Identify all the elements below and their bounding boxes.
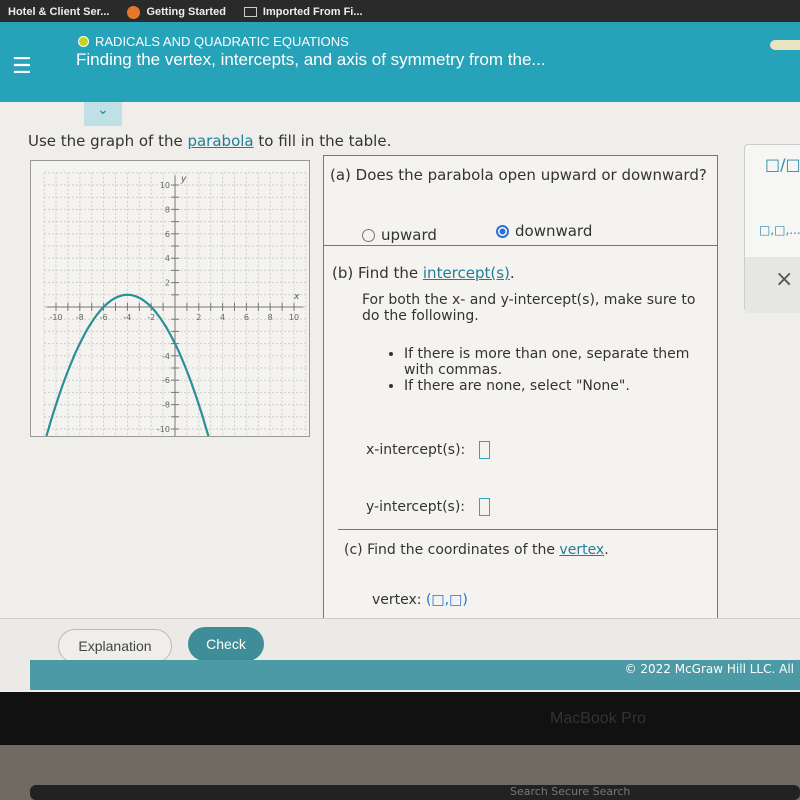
option-upward[interactable]: upward [362, 226, 437, 244]
heading-text: (b) Find the [332, 264, 423, 282]
y-tick-label: -6 [162, 376, 170, 385]
radio-icon[interactable] [362, 229, 375, 242]
x-intercept-row: x-intercept(s): [366, 441, 491, 459]
option-label: upward [381, 226, 437, 244]
intercepts-link[interactable]: intercept(s) [423, 264, 510, 282]
check-button[interactable]: Check [188, 627, 264, 661]
x-intercept-input[interactable] [479, 441, 491, 459]
bookmark-label: Imported From Fi... [262, 6, 363, 18]
vertex-label: vertex: [372, 592, 422, 608]
vertex-link[interactable]: vertex [559, 542, 604, 558]
part-a: (a) Does the parabola open upward or dow… [324, 156, 717, 246]
y-tick-label: 2 [165, 279, 170, 288]
touch-bar-search[interactable]: Search Secure Search [510, 785, 630, 798]
x-tick-label: -10 [49, 313, 62, 322]
list-tool-icon[interactable]: □,□,... [759, 223, 800, 237]
topic: RADICALS AND QUADRATIC EQUATIONS [78, 34, 349, 49]
x-tick-label: -6 [100, 313, 108, 322]
question-panel: (a) Does the parabola open upward or dow… [323, 155, 718, 655]
radio-selected-icon[interactable] [496, 225, 509, 238]
heading-text: . [604, 542, 609, 558]
y-tick-label: -8 [162, 401, 170, 410]
hamburger-menu-icon[interactable]: ☰ [12, 54, 32, 79]
y-tick-label: 6 [165, 230, 170, 239]
y-intercept-label: y-intercept(s): [366, 499, 466, 515]
progress-pill [770, 40, 800, 50]
folder-icon [243, 7, 257, 17]
instruction: Use the graph of the parabola to fill in… [28, 132, 391, 150]
graph: -10 -8 -6 -4 -2 2 4 6 8 10 10 8 6 4 2 -4 -6 -8 -10 x y [30, 160, 310, 442]
part-b: (b) Find the intercept(s). For both the … [332, 246, 717, 530]
bookmark-label: Getting Started [146, 6, 226, 18]
x-intercept-label: x-intercept(s): [366, 442, 466, 458]
instr-text: to fill in the table. [253, 132, 392, 150]
keyboard-area: Search Secure Search [0, 745, 800, 800]
bookmarks-bar: Hotel & Client Ser... Getting Started Im… [0, 0, 800, 24]
y-axis-label: y [180, 174, 187, 184]
instr-text: Use the graph of the [28, 132, 188, 150]
topic-label: RADICALS AND QUADRATIC EQUATIONS [95, 34, 349, 49]
option-label: downward [515, 222, 593, 240]
parabola-link[interactable]: parabola [187, 132, 253, 150]
heading-text: (c) Find the coordinates of the [344, 542, 560, 558]
copyright: © 2022 McGraw Hill LLC. All [30, 660, 800, 690]
vertex-input[interactable]: (□,□) [426, 592, 468, 608]
y-tick-label: 8 [165, 205, 170, 214]
part-b-note: For both the x- and y-intercept(s), make… [362, 292, 696, 324]
bookmark-getting-started[interactable]: Getting Started [127, 5, 226, 19]
clear-button[interactable]: × [745, 257, 800, 313]
x-tick-label: 8 [268, 313, 273, 322]
fraction-tool-icon[interactable]: □/□ [765, 155, 800, 174]
firefox-icon [127, 5, 141, 19]
y-tick-label: -10 [157, 425, 170, 434]
x-tick-label: -4 [123, 313, 131, 322]
device-label: MacBook Pro [550, 710, 647, 727]
x-tick-label: 2 [196, 313, 201, 322]
touch-bar: Search Secure Search [30, 785, 800, 800]
y-tick-label: 10 [160, 181, 170, 190]
vertex-row: vertex: (□,□) [372, 592, 468, 608]
bookmark-imported[interactable]: Imported From Fi... [243, 6, 363, 18]
x-tick-label: 4 [220, 313, 225, 322]
page-title: Finding the vertex, intercepts, and axis… [76, 50, 546, 69]
y-tick-label: -4 [162, 352, 170, 361]
math-toolbar: □/□ □,□,... × [744, 144, 800, 313]
option-downward[interactable]: downward [496, 222, 592, 240]
bullet-item: If there are none, select "None". [404, 378, 714, 394]
main-content: ⌄ Use the graph of the parabola to fill … [0, 102, 800, 692]
y-intercept-row: y-intercept(s): [366, 498, 491, 516]
y-intercept-input[interactable] [479, 498, 491, 516]
x-tick-label: 6 [244, 313, 249, 322]
y-tick-label: 4 [165, 254, 170, 263]
bullet-item: If there is more than one, separate them… [404, 346, 714, 378]
status-dot-icon [78, 36, 89, 47]
part-c-heading: (c) Find the coordinates of the vertex. [344, 542, 609, 558]
part-a-question: (a) Does the parabola open upward or dow… [330, 166, 707, 184]
parabola-graph: -10 -8 -6 -4 -2 2 4 6 8 10 10 8 6 4 2 -4 -6 -8 -10 x y [43, 172, 307, 442]
header: ☰ RADICALS AND QUADRATIC EQUATIONS Findi… [0, 22, 800, 102]
heading-text: . [509, 264, 515, 282]
x-tick-label: -8 [76, 313, 84, 322]
x-tick-label: 10 [289, 313, 299, 322]
x-tick-label: -2 [147, 313, 155, 322]
explanation-button[interactable]: Explanation [58, 629, 172, 663]
bookmark-hotel[interactable]: Hotel & Client Ser... [8, 6, 109, 18]
part-b-heading: (b) Find the intercept(s). [332, 264, 515, 282]
collapse-chevron-icon[interactable]: ⌄ [84, 102, 122, 126]
bullet-list: If there is more than one, separate them… [404, 346, 714, 394]
x-axis-label: x [293, 292, 300, 302]
